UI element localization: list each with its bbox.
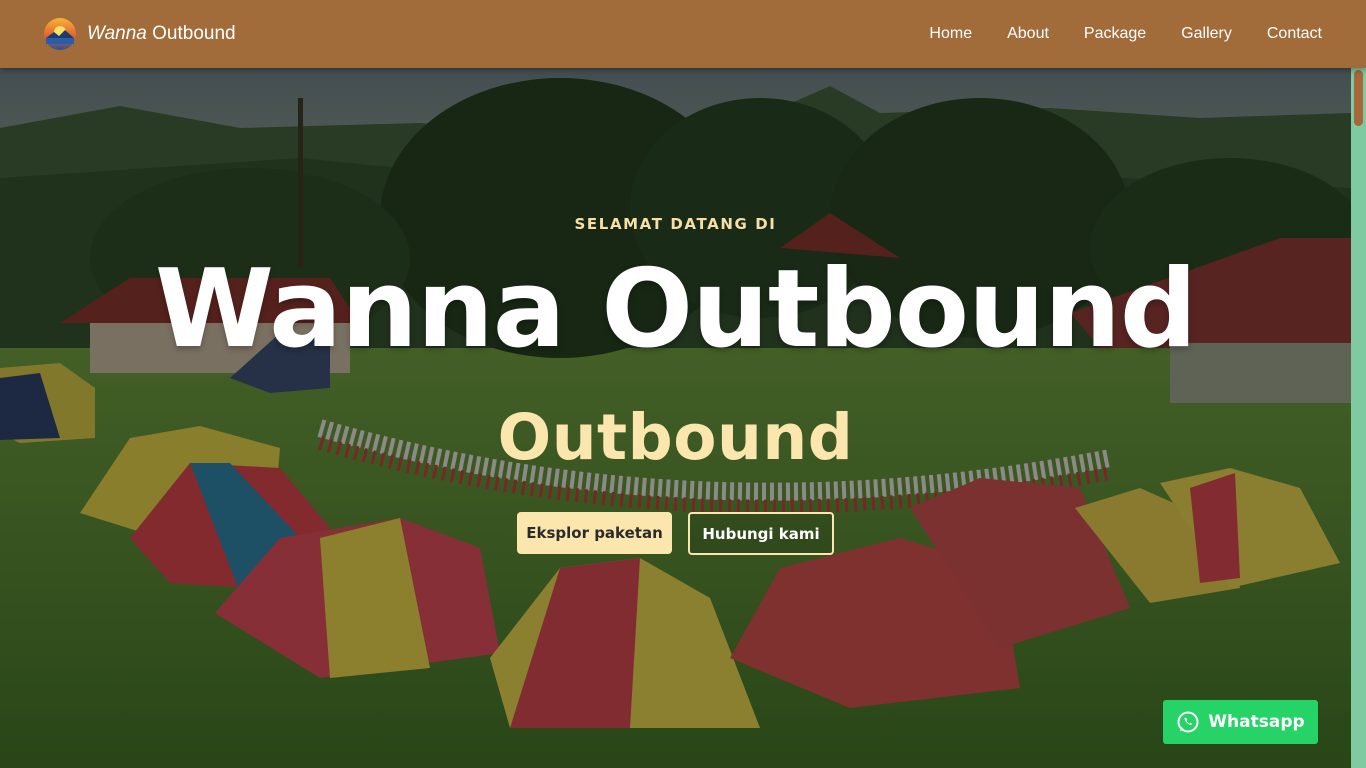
hero-title: Wanna Outbound	[154, 247, 1197, 372]
whatsapp-button[interactable]: Whatsapp	[1163, 700, 1318, 744]
whatsapp-label: Whatsapp	[1208, 712, 1305, 732]
hero-section: SELAMAT DATANG DI Wanna Outbound Outboun…	[0, 68, 1351, 768]
hero-subtitle-secondary: Outbound	[497, 401, 854, 474]
page-scrollbar[interactable]	[1351, 68, 1366, 768]
brand-name: Wanna Outbound	[87, 23, 236, 44]
brand-link[interactable]: Wanna Outbound	[43, 17, 236, 51]
contact-us-button[interactable]: Hubungi kami	[688, 512, 834, 555]
nav-gallery[interactable]: Gallery	[1181, 25, 1232, 43]
sunset-logo-icon	[44, 18, 76, 50]
nav-about[interactable]: About	[1007, 25, 1049, 43]
navbar: Wanna Outbound Home About Package Galler…	[0, 0, 1366, 68]
hero-subtitle: SELAMAT DATANG DI	[574, 215, 777, 233]
nav-package[interactable]: Package	[1084, 25, 1146, 43]
main-nav: Home About Package Gallery Contact	[929, 0, 1322, 68]
whatsapp-icon	[1177, 711, 1199, 733]
explore-packages-button[interactable]: Eksplor paketan	[517, 512, 672, 554]
nav-contact[interactable]: Contact	[1267, 25, 1322, 43]
scrollbar-thumb[interactable]	[1354, 70, 1363, 126]
nav-home[interactable]: Home	[929, 25, 972, 43]
